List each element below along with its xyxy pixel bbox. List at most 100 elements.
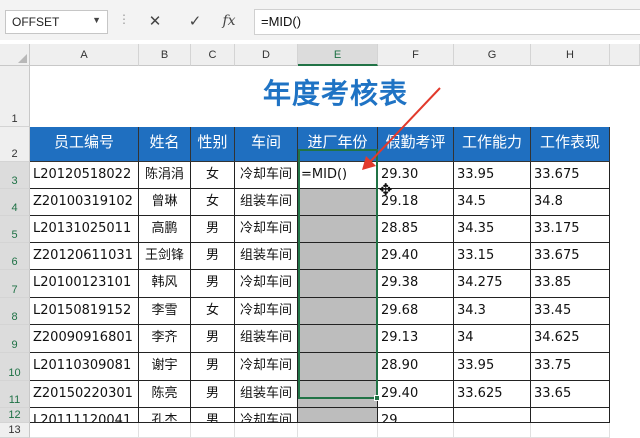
name-box[interactable]: OFFSET ▼: [5, 10, 108, 34]
table-header-cell[interactable]: 进厂年份: [298, 127, 378, 162]
table-cell-year[interactable]: [298, 270, 378, 298]
fill-handle[interactable]: [374, 395, 380, 401]
table-cell-workshop[interactable]: 组装车间: [235, 381, 298, 408]
empty-cell[interactable]: [298, 423, 378, 438]
table-cell-ability[interactable]: 33.15: [454, 243, 531, 270]
table-cell-year[interactable]: [298, 216, 378, 243]
column-header-g[interactable]: G: [454, 44, 531, 66]
table-cell-gender[interactable]: 女: [191, 189, 235, 216]
table-cell-name[interactable]: 王剑锋: [139, 243, 191, 270]
table-cell-id[interactable]: Z20090916801: [30, 325, 139, 353]
empty-cell[interactable]: [378, 423, 454, 438]
table-cell-year[interactable]: [298, 408, 378, 423]
row-header-12[interactable]: 12: [0, 408, 30, 423]
column-header-f[interactable]: F: [378, 44, 454, 66]
table-cell-workshop[interactable]: 组装车间: [235, 325, 298, 353]
row-header-1[interactable]: 1: [0, 66, 30, 127]
table-cell-id[interactable]: Z20120611031: [30, 243, 139, 270]
row-header-11[interactable]: 11: [0, 381, 30, 408]
table-cell-attendance[interactable]: 28.85: [378, 216, 454, 243]
table-cell-name[interactable]: 李齐: [139, 325, 191, 353]
column-header-d[interactable]: D: [235, 44, 298, 66]
table-cell-performance[interactable]: 33.75: [531, 353, 610, 381]
insert-function-button[interactable]: fx: [216, 8, 242, 34]
table-cell-gender[interactable]: 男: [191, 408, 235, 423]
table-cell-workshop[interactable]: 冷却车间: [235, 270, 298, 298]
column-header-e[interactable]: E: [298, 44, 378, 66]
table-cell-year[interactable]: [298, 353, 378, 381]
table-header-cell[interactable]: 车间: [235, 127, 298, 162]
table-cell-year[interactable]: [298, 189, 378, 216]
table-cell-year[interactable]: [298, 243, 378, 270]
table-cell-gender[interactable]: 女: [191, 162, 235, 189]
table-cell-workshop[interactable]: 冷却车间: [235, 353, 298, 381]
row-header-2[interactable]: 2: [0, 127, 30, 162]
table-cell-gender[interactable]: 男: [191, 216, 235, 243]
table-cell-workshop[interactable]: 冷却车间: [235, 408, 298, 423]
table-cell-gender[interactable]: 男: [191, 270, 235, 298]
table-cell-year[interactable]: [298, 381, 378, 408]
table-cell-name[interactable]: 陈亮: [139, 381, 191, 408]
table-header-cell[interactable]: 假勤考评: [378, 127, 454, 162]
empty-cell[interactable]: [531, 423, 610, 438]
table-cell-attendance[interactable]: 29.40: [378, 243, 454, 270]
table-cell-gender[interactable]: 男: [191, 353, 235, 381]
table-header-cell[interactable]: 工作表现: [531, 127, 610, 162]
empty-cell[interactable]: [454, 423, 531, 438]
table-cell-ability[interactable]: 34.35: [454, 216, 531, 243]
table-cell-ability[interactable]: 34.5: [454, 189, 531, 216]
table-cell-ability[interactable]: [454, 408, 531, 423]
table-cell-ability[interactable]: 33.95: [454, 162, 531, 189]
table-cell-year[interactable]: =MID(): [298, 162, 378, 189]
select-all-button[interactable]: [0, 44, 30, 66]
table-cell-id[interactable]: L20111120041: [30, 408, 139, 423]
table-cell-id[interactable]: Z20100319102: [30, 189, 139, 216]
table-cell-attendance[interactable]: 28.90: [378, 353, 454, 381]
enter-button[interactable]: ✓: [182, 8, 208, 34]
table-cell-attendance[interactable]: 29.38: [378, 270, 454, 298]
table-cell-id[interactable]: Z20150220301: [30, 381, 139, 408]
table-cell-gender[interactable]: 男: [191, 381, 235, 408]
chevron-down-icon[interactable]: ▼: [92, 15, 101, 25]
table-cell-attendance[interactable]: 29.40: [378, 381, 454, 408]
table-cell-attendance[interactable]: 29.68: [378, 298, 454, 325]
column-header-a[interactable]: A: [30, 44, 139, 66]
table-cell-ability[interactable]: 34.275: [454, 270, 531, 298]
row-header-7[interactable]: 7: [0, 270, 30, 298]
table-cell-ability[interactable]: 33.625: [454, 381, 531, 408]
table-cell-name[interactable]: 李雪: [139, 298, 191, 325]
table-cell-name[interactable]: 曾琳: [139, 189, 191, 216]
table-cell-year[interactable]: [298, 325, 378, 353]
table-cell-name[interactable]: 孔杰: [139, 408, 191, 423]
drag-handle-icon[interactable]: ⋮: [118, 12, 130, 26]
table-cell-performance[interactable]: 33.175: [531, 216, 610, 243]
table-cell-id[interactable]: L20131025011: [30, 216, 139, 243]
table-cell-workshop[interactable]: 冷却车间: [235, 162, 298, 189]
table-cell-name[interactable]: 谢宇: [139, 353, 191, 381]
table-cell-performance[interactable]: [531, 408, 610, 423]
cancel-button[interactable]: ✕: [142, 8, 168, 34]
row-header-13[interactable]: 13: [0, 423, 30, 438]
table-cell-performance[interactable]: 33.675: [531, 243, 610, 270]
row-header-9[interactable]: 9: [0, 325, 30, 353]
row-header-3[interactable]: 3: [0, 162, 30, 189]
table-header-cell[interactable]: 员工编号: [30, 127, 139, 162]
table-cell-performance[interactable]: 33.85: [531, 270, 610, 298]
table-cell-attendance[interactable]: 29.: [378, 408, 454, 423]
column-header-c[interactable]: C: [191, 44, 235, 66]
row-header-6[interactable]: 6: [0, 243, 30, 270]
table-cell-gender[interactable]: 男: [191, 243, 235, 270]
column-header-h[interactable]: H: [531, 44, 610, 66]
row-header-5[interactable]: 5: [0, 216, 30, 243]
table-cell-performance[interactable]: 34.8: [531, 189, 610, 216]
table-cell-year[interactable]: [298, 298, 378, 325]
table-header-cell[interactable]: 性别: [191, 127, 235, 162]
table-cell-id[interactable]: L20150819152: [30, 298, 139, 325]
table-cell-workshop[interactable]: 冷却车间: [235, 298, 298, 325]
table-cell-ability[interactable]: 34: [454, 325, 531, 353]
table-cell-workshop[interactable]: 冷却车间: [235, 216, 298, 243]
table-header-cell[interactable]: 工作能力: [454, 127, 531, 162]
row-header-4[interactable]: 4: [0, 189, 30, 216]
table-cell-ability[interactable]: 33.95: [454, 353, 531, 381]
table-header-cell[interactable]: 姓名: [139, 127, 191, 162]
